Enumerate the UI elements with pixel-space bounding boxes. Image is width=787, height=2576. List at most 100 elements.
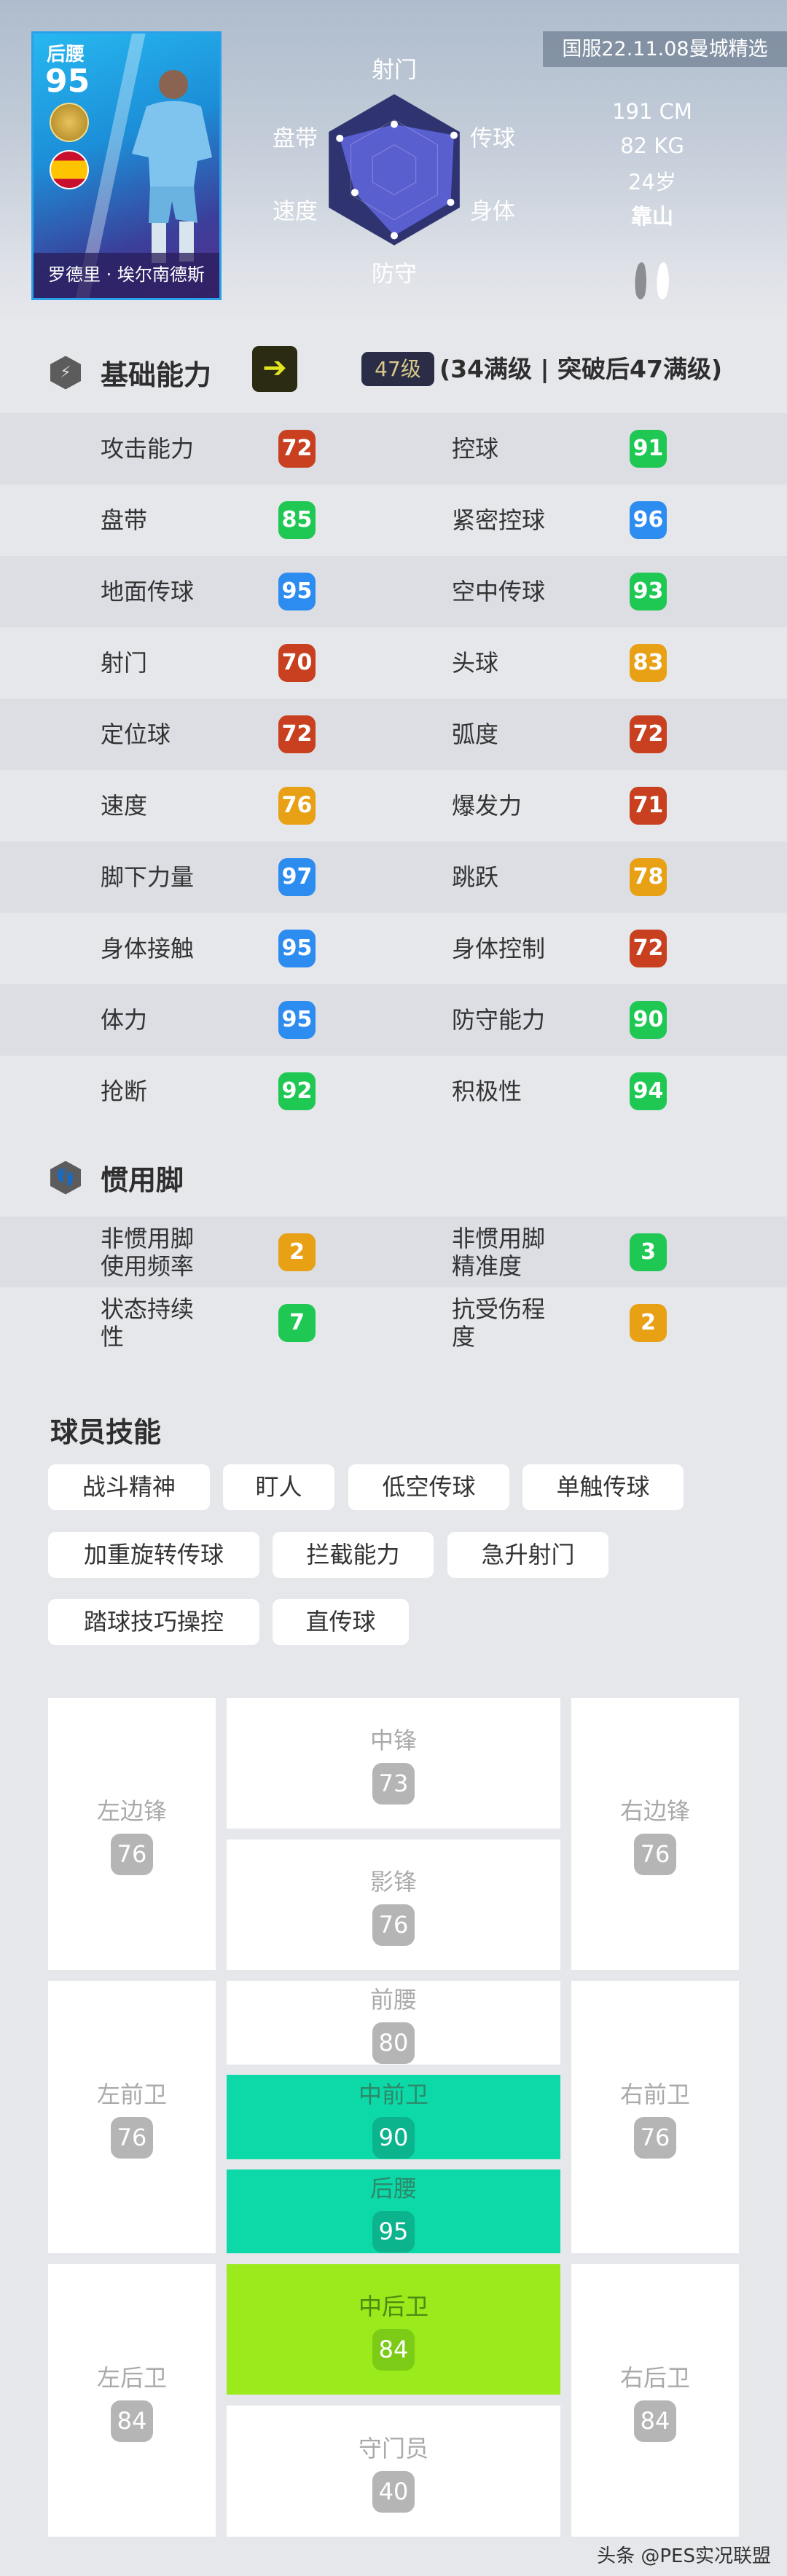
stat-label: 积极性 [452,1077,522,1105]
position-name: 右后卫 [619,2363,690,2392]
level-badge[interactable]: 47级 [361,352,434,386]
stat-row: 抢断 92 积极性 94 [0,1056,787,1127]
stat-value-badge: 72 [278,430,316,468]
stat-label: 状态持续 性 [101,1295,195,1351]
stat-value-badge: 96 [630,501,667,539]
position-cell[interactable]: 前腰 80 [227,1981,560,2065]
stat-label: 抗受伤程 度 [452,1295,546,1351]
position-cell[interactable]: 中后卫 84 [227,2264,560,2395]
position-name: 中锋 [369,1727,417,1754]
position-rating: 76 [634,2116,676,2159]
skill-chip[interactable]: 单触传球 [522,1464,684,1510]
position-cell[interactable]: 后腰 95 [227,2169,560,2253]
stat-value-badge: 70 [278,644,316,682]
position-name: 后腰 [369,2175,417,2202]
position-name: 中后卫 [358,2293,428,2320]
stat-value-badge: 78 [630,858,667,896]
skill-chip[interactable]: 直传球 [273,1599,409,1645]
stat-row: 盘带 85 紧密控球 96 [0,484,787,556]
radar-axis-label: 防守 [372,261,417,288]
skill-chip[interactable]: 盯人 [223,1464,334,1510]
stat-label: 身体接触 [101,935,195,962]
radar-axis-label: 射门 [372,57,417,84]
position-name: 前腰 [369,1986,417,2014]
position-name: 中前卫 [358,2080,428,2108]
position-cell[interactable]: 守门员 40 [227,2406,560,2537]
radar-point [336,134,344,142]
section-title: 惯用脚 [101,1164,184,1196]
arrow-right-button[interactable]: ➔ [252,346,297,392]
stat-value-badge: 72 [630,715,667,753]
stat-label: 非惯用脚 精准度 [452,1224,546,1280]
position-cell[interactable]: 右边锋 76 [571,1698,739,1970]
position-cell[interactable]: 右前卫 76 [571,1981,739,2253]
stat-label: 攻击能力 [101,435,195,463]
skill-chip[interactable]: 踏球技巧操控 [48,1599,259,1645]
position-name: 右边锋 [619,1797,690,1825]
height-value: 191 CM [612,99,692,124]
position-name: 影锋 [369,1868,417,1896]
stat-value-badge: 3 [630,1233,667,1271]
position-rating: 76 [372,1904,415,1946]
position-name: 左前卫 [96,2080,167,2108]
radar-point [450,131,458,139]
skill-chip[interactable]: 低空传球 [348,1464,509,1510]
radar-point [391,232,398,240]
position-rating: 84 [372,2329,415,2371]
stat-label: 弧度 [452,720,499,748]
stat-label: 控球 [452,435,499,463]
stat-value-badge: 92 [278,1072,316,1110]
level-note: (34满级 | 突破后47满级) [439,355,723,383]
position-cell[interactable]: 中前卫 90 [227,2075,560,2159]
age-value: 24岁 [628,170,676,195]
stat-value-badge: 91 [630,430,667,468]
stat-value-badge: 76 [278,787,316,825]
stat-value-badge: 2 [630,1303,667,1342]
stat-label: 脚下力量 [101,863,195,891]
stat-label: 射门 [101,649,148,677]
position-cell[interactable]: 左前卫 76 [48,1981,216,2253]
stat-row: 攻击能力 72 控球 91 [0,413,787,484]
stat-label: 盘带 [101,506,148,534]
position-cell[interactable]: 右后卫 84 [571,2264,739,2537]
skill-chip[interactable]: 拦截能力 [273,1532,434,1578]
radar-axis-label: 盘带 [273,125,318,152]
foot-icon: 👣 [50,1161,81,1195]
stat-row: 身体接触 95 身体控制 72 [0,913,787,984]
radar-point [351,189,359,197]
stat-value-badge: 2 [278,1233,316,1271]
position-rating: 40 [372,2470,415,2513]
position-name: 左后卫 [96,2363,167,2392]
radar-point [391,120,398,128]
stat-label: 定位球 [101,720,171,748]
stat-value-badge: 95 [278,930,316,967]
stat-value-badge: 71 [630,787,667,825]
position-cell[interactable]: 左后卫 84 [48,2264,216,2537]
skill-chip[interactable]: 急升射门 [447,1532,608,1578]
position-rating: 80 [372,2022,415,2064]
basic-abilities-header: ⚡ 基础能力 [50,353,211,393]
position-name: 守门员 [358,2434,428,2462]
position-cell[interactable]: 中锋 73 [227,1698,560,1829]
stat-value-badge: 72 [630,930,667,967]
position-rating: 76 [111,1834,153,1875]
stat-label: 头球 [452,649,499,677]
stat-label: 体力 [101,1006,148,1034]
position-rating: 84 [111,2400,153,2442]
stat-value-badge: 94 [630,1072,667,1110]
position-cell[interactable]: 左边锋 76 [48,1698,216,1970]
position-cell[interactable]: 影锋 76 [227,1839,560,1970]
play-style-value: 靠山 [630,204,674,229]
radar-axis-label: 速度 [273,198,318,225]
preferred-foot-header: 👣 惯用脚 [50,1158,184,1198]
feet-icon [635,262,669,299]
stat-value-badge: 85 [278,501,316,539]
stat-row: 射门 70 头球 83 [0,627,787,699]
foot-stat-row: 非惯用脚 使用频率 2 非惯用脚 精准度 3 [0,1217,787,1287]
stat-row: 体力 95 防守能力 90 [0,984,787,1056]
stat-label: 身体控制 [452,935,546,962]
skills-title: 球员技能 [50,1416,162,1448]
skill-chip[interactable]: 加重旋转传球 [48,1532,259,1578]
stat-row: 地面传球 95 空中传球 93 [0,556,787,627]
skill-chip[interactable]: 战斗精神 [48,1464,210,1510]
